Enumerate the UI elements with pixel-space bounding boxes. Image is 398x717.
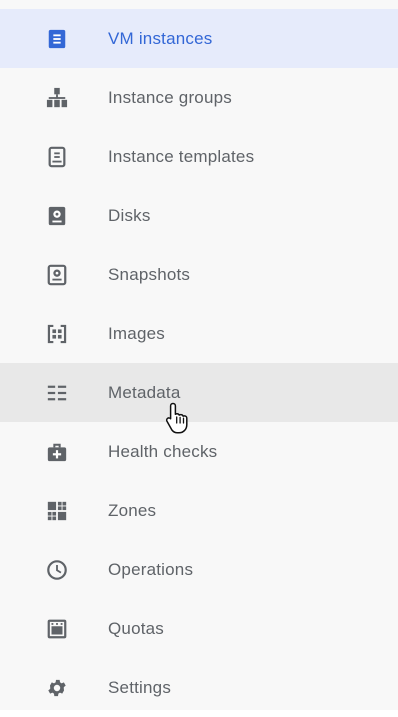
health-checks-icon bbox=[45, 440, 69, 464]
nav-item-instance-groups[interactable]: Instance groups bbox=[0, 68, 398, 127]
images-icon bbox=[45, 322, 69, 346]
nav-item-operations[interactable]: Operations bbox=[0, 540, 398, 599]
metadata-icon bbox=[45, 381, 69, 405]
nav-item-settings[interactable]: Settings bbox=[0, 658, 398, 717]
vm-instance-icon bbox=[45, 27, 69, 51]
nav-label-images: Images bbox=[108, 323, 165, 343]
nav-label-vm-instances: VM instances bbox=[108, 28, 213, 48]
side-navigation: VM instances Instance groups Instance te… bbox=[0, 0, 398, 710]
nav-item-images[interactable]: Images bbox=[0, 304, 398, 363]
zones-icon bbox=[45, 499, 69, 523]
nav-label-instance-groups: Instance groups bbox=[108, 87, 232, 107]
disk-icon bbox=[45, 204, 69, 228]
nav-label-disks: Disks bbox=[108, 205, 151, 225]
nav-item-zones[interactable]: Zones bbox=[0, 481, 398, 540]
nav-label-metadata: Metadata bbox=[108, 382, 181, 402]
snapshot-icon bbox=[45, 263, 69, 287]
nav-label-zones: Zones bbox=[108, 500, 157, 520]
nav-item-disks[interactable]: Disks bbox=[0, 186, 398, 245]
nav-label-quotas: Quotas bbox=[108, 618, 165, 638]
nav-item-snapshots[interactable]: Snapshots bbox=[0, 245, 398, 304]
nav-item-instance-templates[interactable]: Instance templates bbox=[0, 127, 398, 186]
operations-icon bbox=[45, 558, 69, 582]
nav-label-health-checks: Health checks bbox=[108, 441, 218, 461]
nav-label-instance-templates: Instance templates bbox=[108, 146, 255, 166]
nav-label-settings: Settings bbox=[108, 677, 172, 697]
quotas-icon bbox=[45, 617, 69, 641]
nav-item-vm-instances[interactable]: VM instances bbox=[0, 9, 398, 68]
nav-item-quotas[interactable]: Quotas bbox=[0, 599, 398, 658]
nav-item-health-checks[interactable]: Health checks bbox=[0, 422, 398, 481]
nav-item-metadata[interactable]: Metadata bbox=[0, 363, 398, 422]
nav-label-snapshots: Snapshots bbox=[108, 264, 191, 284]
instance-templates-icon bbox=[45, 145, 69, 169]
nav-label-operations: Operations bbox=[108, 559, 194, 579]
settings-icon bbox=[45, 676, 69, 700]
instance-groups-icon bbox=[45, 86, 69, 110]
